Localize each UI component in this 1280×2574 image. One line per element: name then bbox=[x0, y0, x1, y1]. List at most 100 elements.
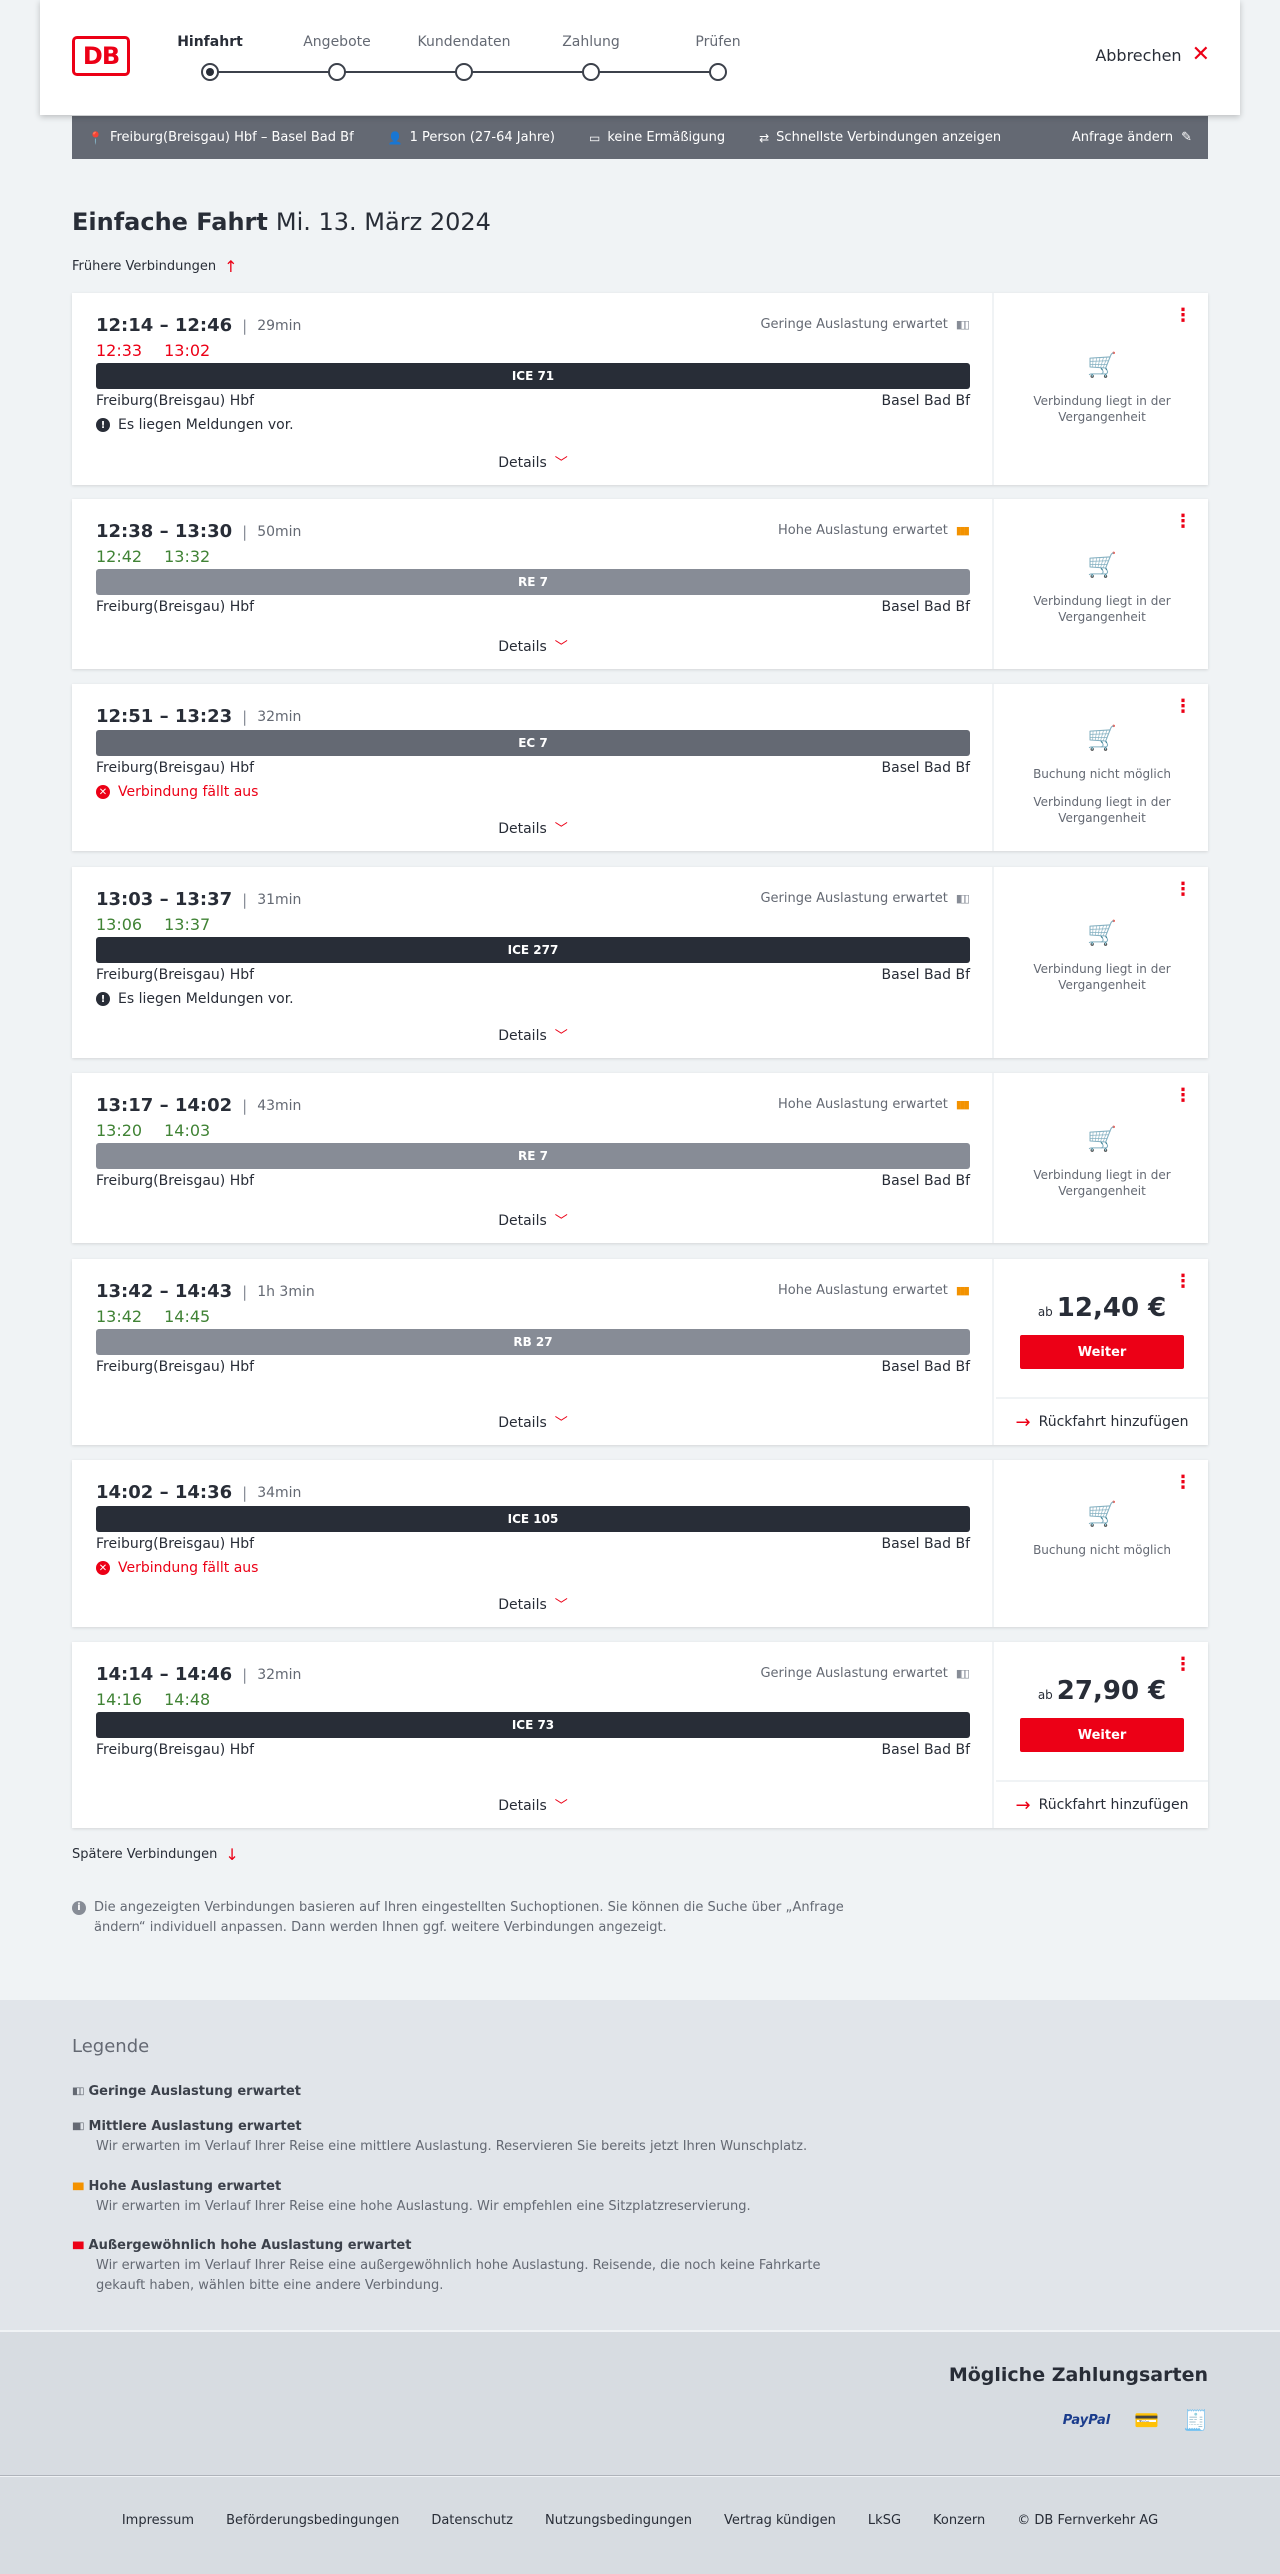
connection-card: 12:51 – 13:23 | 32min EC 7 Freiburg(Breisgau… bbox=[72, 684, 1208, 851]
connection-times: 13:03 – 13:37 | 31min bbox=[96, 889, 301, 910]
footer-link[interactable]: © DB Fernverkehr AG bbox=[1017, 2513, 1158, 2528]
price: ab 27,90 € bbox=[996, 1676, 1208, 1706]
shopping-cart-icon: 🛒 bbox=[1087, 1500, 1117, 1528]
alert-icon: ! bbox=[96, 992, 110, 1006]
details-toggle[interactable]: Details ﹀ bbox=[72, 1025, 994, 1044]
legend-item-title: Außergewöhnlich hohe Auslastung erwartet bbox=[88, 2238, 412, 2253]
connection-times: 13:17 – 14:02 | 43min bbox=[96, 1095, 301, 1116]
details-toggle[interactable]: Details ﹀ bbox=[72, 636, 994, 655]
connection-details-panel: 14:14 – 14:46 | 32min 14:16 14:48 Geringe Aus… bbox=[72, 1642, 994, 1828]
realtime-times: 12:33 13:02 bbox=[96, 341, 210, 360]
progress-step-label: Zahlung bbox=[562, 34, 620, 50]
add-return-trip-button[interactable]: → Rückfahrt hinzufügen bbox=[996, 1780, 1208, 1828]
connection-times: 14:14 – 14:46 | 32min bbox=[96, 1664, 301, 1685]
train-bar[interactable]: ICE 105 bbox=[96, 1506, 970, 1532]
edit-request-button[interactable]: Anfrage ändern ✎ bbox=[1072, 130, 1192, 145]
shopping-cart-icon: 🛒 bbox=[1087, 551, 1117, 579]
earlier-connections-link[interactable]: Frühere Verbindungen ↑ bbox=[72, 257, 238, 276]
train-bar[interactable]: ICE 71 bbox=[96, 363, 970, 389]
more-options-icon[interactable]: ⋮ bbox=[1174, 513, 1192, 531]
cancel-circle-icon: ✕ bbox=[96, 1561, 110, 1575]
occupancy-icon: ▮▯▯ bbox=[955, 1667, 970, 1680]
details-toggle[interactable]: Details ﹀ bbox=[72, 452, 994, 471]
station-names: Freiburg(Breisgau) Hbf Basel Bad Bf bbox=[96, 1536, 970, 1552]
service-message[interactable]: ! Es liegen Meldungen vor. bbox=[96, 417, 294, 433]
connection-times: 13:42 – 14:43 | 1h 3min bbox=[96, 1281, 315, 1302]
duration: 34min bbox=[257, 1484, 302, 1501]
more-options-icon[interactable]: ⋮ bbox=[1174, 1273, 1192, 1291]
continue-button[interactable]: Weiter bbox=[1020, 1335, 1184, 1369]
train-bar[interactable]: ICE 277 bbox=[96, 937, 970, 963]
progress-step-dot[interactable] bbox=[455, 63, 473, 81]
occupancy-icon: ▮▮▯ bbox=[72, 2121, 84, 2132]
footer-link[interactable]: Datenschutz bbox=[431, 2513, 513, 2528]
details-toggle[interactable]: Details ﹀ bbox=[72, 1210, 994, 1229]
more-options-icon[interactable]: ⋮ bbox=[1174, 1087, 1192, 1105]
more-options-icon[interactable]: ⋮ bbox=[1174, 307, 1192, 325]
more-options-icon[interactable]: ⋮ bbox=[1174, 1656, 1192, 1674]
more-options-icon[interactable]: ⋮ bbox=[1174, 698, 1192, 716]
realtime-arrival: 13:02 bbox=[164, 341, 211, 360]
cancellation-message: ✕ Verbindung fällt aus bbox=[96, 784, 258, 800]
cancellation-text: Verbindung fällt aus bbox=[118, 1560, 259, 1576]
separator: | bbox=[242, 1282, 248, 1301]
origin-station: Freiburg(Breisgau) Hbf bbox=[96, 1536, 255, 1552]
price: ab 12,40 € bbox=[996, 1293, 1208, 1323]
legend-item-description: Wir erwarten im Verlauf Ihrer Reise eine… bbox=[96, 2199, 751, 2214]
legend-section: Legende ▮▯▯ Geringe Auslastung erwartet ▮▮… bbox=[0, 2000, 1280, 2330]
progress-step-dot[interactable] bbox=[709, 63, 727, 81]
connection-times: 12:51 – 13:23 | 32min bbox=[96, 706, 301, 727]
cancellation-message: ✕ Verbindung fällt aus bbox=[96, 1560, 258, 1576]
realtime-departure: 12:33 bbox=[96, 341, 143, 360]
realtime-times: 13:20 14:03 bbox=[96, 1121, 210, 1140]
details-toggle[interactable]: Details ﹀ bbox=[72, 1594, 994, 1613]
load-text: Hohe Auslastung erwartet bbox=[778, 523, 948, 538]
train-bar[interactable]: RE 7 bbox=[96, 569, 970, 595]
progress-step-dot[interactable] bbox=[328, 63, 346, 81]
progress-step-dot[interactable] bbox=[201, 63, 219, 81]
more-options-icon[interactable]: ⋮ bbox=[1174, 1474, 1192, 1492]
details-toggle[interactable]: Details ﹀ bbox=[72, 1795, 994, 1814]
load-indicator: Geringe Auslastung erwartet ▮▯▯ bbox=[760, 317, 970, 332]
station-names: Freiburg(Breisgau) Hbf Basel Bad Bf bbox=[96, 967, 970, 983]
pencil-icon: ✎ bbox=[1181, 130, 1192, 145]
footer-link[interactable]: Beförderungsbedingungen bbox=[226, 2513, 399, 2528]
details-toggle[interactable]: Details ﹀ bbox=[72, 818, 994, 837]
more-options-icon[interactable]: ⋮ bbox=[1174, 881, 1192, 899]
db-logo[interactable]: DB bbox=[72, 36, 130, 76]
train-bar[interactable]: RE 7 bbox=[96, 1143, 970, 1169]
service-message-text: Es liegen Meldungen vor. bbox=[118, 417, 294, 433]
progress-step-dot[interactable] bbox=[582, 63, 600, 81]
footer-link[interactable]: Nutzungsbedingungen bbox=[545, 2513, 692, 2528]
booking-panel: ⋮ 🛒 Buchung nicht möglich bbox=[996, 1460, 1208, 1627]
continue-button[interactable]: Weiter bbox=[1020, 1718, 1184, 1752]
separator: | bbox=[242, 1483, 248, 1502]
later-connections-link[interactable]: Spätere Verbindungen ↓ bbox=[72, 1845, 239, 1864]
realtime-arrival: 14:45 bbox=[164, 1307, 211, 1326]
details-label: Details bbox=[498, 1597, 547, 1613]
service-message[interactable]: ! Es liegen Meldungen vor. bbox=[96, 991, 294, 1007]
realtime-times: 14:16 14:48 bbox=[96, 1690, 210, 1709]
legend-item: ▮▮▮ Außergewöhnlich hohe Auslastung erwar… bbox=[72, 2236, 852, 2296]
duration: 1h 3min bbox=[257, 1283, 315, 1300]
details-toggle[interactable]: Details ﹀ bbox=[72, 1412, 994, 1431]
occupancy-icon: ▮▮▮ bbox=[72, 2240, 84, 2251]
footer-link[interactable]: Vertrag kündigen bbox=[724, 2513, 836, 2528]
cancel-button[interactable]: Abbrechen ✕ bbox=[1095, 44, 1210, 66]
footer-link[interactable]: LkSG bbox=[868, 2513, 901, 2528]
service-message-text: Es liegen Meldungen vor. bbox=[118, 991, 294, 1007]
add-return-trip-button[interactable]: → Rückfahrt hinzufügen bbox=[996, 1397, 1208, 1445]
footer-link[interactable]: Impressum bbox=[122, 2513, 194, 2528]
credit-card-icon: 💳 bbox=[1134, 2408, 1160, 2432]
train-bar[interactable]: RB 27 bbox=[96, 1329, 970, 1355]
realtime-times: 12:42 13:32 bbox=[96, 547, 210, 566]
departure-arrival-times: 12:51 – 13:23 bbox=[96, 706, 233, 727]
footer-link[interactable]: Konzern bbox=[933, 2513, 985, 2528]
separator: | bbox=[242, 1096, 248, 1115]
train-bar[interactable]: ICE 73 bbox=[96, 1712, 970, 1738]
cancellation-text: Verbindung fällt aus bbox=[118, 784, 259, 800]
train-bar[interactable]: EC 7 bbox=[96, 730, 970, 756]
load-indicator: Hohe Auslastung erwartet ▮▮▮ bbox=[778, 1097, 970, 1112]
occupancy-icon: ▮▯▯ bbox=[955, 318, 970, 331]
legend-item-title: Geringe Auslastung erwartet bbox=[88, 2084, 302, 2099]
